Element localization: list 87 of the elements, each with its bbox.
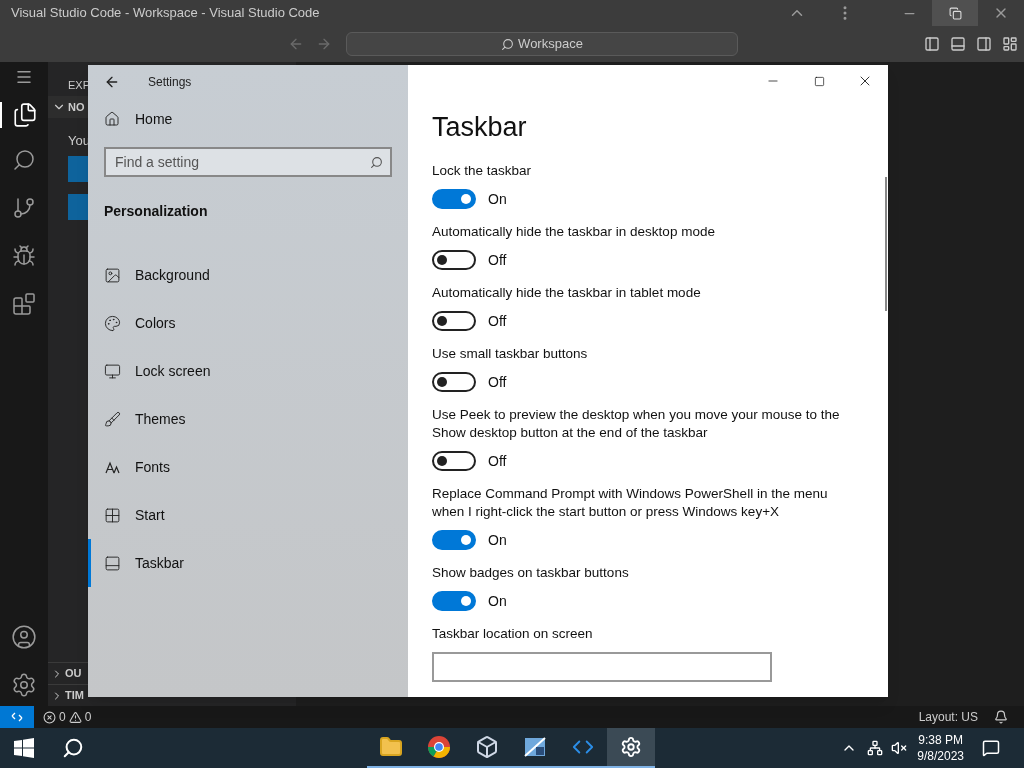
toggle-state: On (488, 591, 507, 611)
page-title: Taskbar (431, 111, 528, 144)
settings-icon[interactable] (11, 672, 37, 698)
toggle-state: Off (488, 451, 507, 471)
bug-icon[interactable] (12, 244, 36, 268)
toggle-switch[interactable] (432, 591, 476, 611)
warning-icon (68, 710, 82, 724)
toggle-state: Off (488, 250, 507, 270)
layout-icon[interactable] (1002, 36, 1018, 52)
nav-item[interactable]: Start (88, 491, 408, 539)
speaker-muted-icon[interactable] (891, 740, 908, 756)
clock-date: 9/8/2023 (917, 748, 964, 764)
search-field[interactable]: Find a setting (104, 147, 392, 177)
scrollbar[interactable] (885, 177, 887, 311)
browser-icon (427, 735, 451, 759)
toggle-state: On (488, 530, 507, 550)
toggle-switch[interactable] (432, 372, 476, 392)
setting-label: Use small taskbar buttons (432, 344, 589, 363)
brush-icon (104, 410, 121, 428)
setting-label: Use Peek to preview the desktop when you move your mouse to the Show desktop button at the end of the taskbar (432, 405, 841, 442)
toggle-state: On (488, 189, 507, 209)
dropdown[interactable] (432, 651, 772, 682)
back-icon[interactable] (104, 74, 120, 90)
clock-time: 9:38 PM (918, 732, 963, 748)
nav-item[interactable]: Lock screen (88, 347, 408, 395)
setting-label: Automatically hide the taskbar in tablet mode (432, 283, 702, 302)
nav-item[interactable]: Fonts (88, 443, 408, 491)
command-center[interactable]: Workspace (346, 32, 738, 56)
restore-button[interactable] (932, 0, 978, 26)
setting-label: Taskbar location on screen (432, 624, 594, 643)
toggle-switch[interactable] (432, 189, 476, 209)
taskbar-icon (104, 554, 121, 572)
warning-count[interactable]: 0 (84, 708, 92, 726)
folder-icon (379, 735, 403, 759)
menu-icon[interactable] (15, 68, 33, 86)
search-icon (501, 37, 515, 51)
section-header[interactable]: NO (68, 98, 85, 116)
setting-label: Lock the taskbar (432, 161, 533, 180)
toggle-switch[interactable] (432, 250, 476, 270)
windows-logo-icon[interactable] (14, 738, 34, 758)
panel-bottom-icon[interactable] (950, 36, 966, 52)
grid-icon (104, 506, 121, 524)
toggle-state: Off (488, 311, 507, 331)
command-center-label: Workspace (518, 35, 583, 54)
nav-item[interactable]: Themes (88, 395, 408, 443)
panel-right-icon[interactable] (976, 36, 992, 52)
keyboard-layout[interactable]: Layout: US (918, 708, 978, 726)
taskbar-app[interactable] (607, 728, 655, 768)
home-icon (104, 111, 120, 127)
extensions-icon[interactable] (12, 292, 36, 316)
network-icon[interactable] (867, 740, 884, 756)
nav-item[interactable]: Colors (88, 299, 408, 347)
home-link[interactable]: Home (88, 101, 173, 137)
panel-left-icon[interactable] (924, 36, 940, 52)
toggle-switch[interactable] (432, 530, 476, 550)
settings-title: Settings (148, 74, 192, 91)
setting-label: Show badges on taskbar buttons (432, 563, 630, 582)
window-icon (523, 735, 547, 759)
account-icon[interactable] (11, 624, 37, 650)
monitor-icon (104, 362, 121, 380)
files-icon[interactable] (12, 102, 38, 128)
error-icon (43, 710, 56, 724)
bell-icon[interactable] (994, 710, 1008, 724)
section-header[interactable]: TIM (65, 687, 84, 704)
nav-item[interactable]: Background (88, 251, 408, 299)
toggle-switch[interactable] (432, 311, 476, 331)
setting-label: Automatically hide the taskbar in desktop mode (432, 222, 716, 241)
setting-label: Replace Command Prompt with Windows PowerShell in the menu when I right-click the start button or press Windows key+X (432, 484, 829, 521)
branch-icon[interactable] (12, 196, 36, 220)
notifications-icon[interactable] (982, 739, 1000, 757)
search-icon[interactable] (62, 737, 84, 759)
toggle-state: Off (488, 372, 507, 392)
restore-icon (948, 6, 962, 20)
error-count[interactable]: 0 (59, 708, 66, 726)
cube-icon (475, 735, 499, 759)
clock[interactable]: 9:38 PM 9/8/2023 (917, 732, 964, 764)
toggle-switch[interactable] (432, 451, 476, 471)
picture-icon (104, 266, 121, 284)
section-header[interactable]: OU (65, 665, 82, 682)
maximize-icon[interactable] (813, 75, 825, 87)
section-heading: Personalization (104, 203, 208, 219)
search-icon[interactable] (12, 148, 36, 172)
gear-icon (620, 736, 642, 758)
search-icon (370, 156, 383, 169)
palette-icon (104, 314, 121, 332)
window-title: Visual Studio Code - Workspace - Visual Studio Code (10, 4, 321, 23)
remote-icon (11, 711, 23, 723)
